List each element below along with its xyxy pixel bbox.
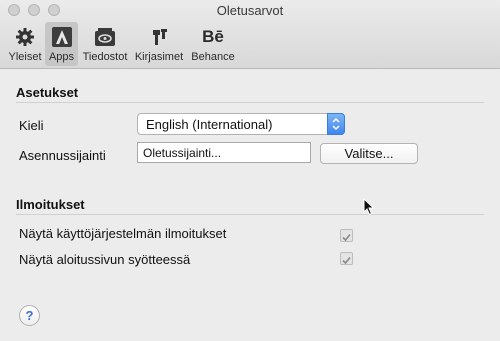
select-stepper[interactable]: [327, 113, 345, 135]
tab-behance[interactable]: Bē Behance: [190, 22, 236, 66]
preferences-window: Oletusarvot Yleiset Apps Tiedostot Kirja…: [0, 0, 500, 341]
tab-label: Apps: [48, 51, 75, 63]
install-location-value: Oletussijainti...: [143, 146, 222, 160]
install-location-label: Asennussijainti: [19, 148, 106, 163]
tab-kirjasimet[interactable]: Kirjasimet: [133, 22, 185, 66]
language-value: English (International): [146, 117, 273, 132]
checkmark-icon: [342, 233, 351, 242]
notification-os-checkbox[interactable]: [340, 229, 353, 242]
notification-home-feed-label: Näytä aloitussivun syötteessä: [19, 252, 191, 267]
behance-icon: Bē: [202, 27, 224, 46]
section-divider: [16, 102, 484, 103]
checkmark-icon: [342, 256, 351, 265]
adobe-apps-icon: [45, 25, 78, 49]
install-location-field[interactable]: Oletussijainti...: [137, 142, 311, 163]
window-title: Oletusarvot: [216, 3, 284, 18]
tab-tiedostot[interactable]: Tiedostot: [80, 22, 130, 66]
gear-icon: [6, 25, 44, 49]
fonts-icon: [133, 25, 185, 49]
notification-home-feed-checkbox[interactable]: [340, 252, 353, 265]
settings-heading: Asetukset: [16, 85, 79, 100]
notifications-heading: Ilmoitukset: [16, 197, 85, 212]
help-button[interactable]: ?: [19, 305, 40, 326]
notification-os-label: Näytä käyttöjärjestelmän ilmoitukset: [19, 226, 227, 241]
tab-label: Behance: [191, 51, 235, 63]
mouse-pointer-icon: [363, 198, 375, 216]
tab-label: Tiedostot: [82, 51, 128, 63]
section-divider: [16, 214, 484, 215]
choose-location-button[interactable]: Valitse...: [320, 143, 418, 164]
chevron-up-down-icon: [332, 117, 340, 131]
title-bar: Oletusarvot Yleiset Apps Tiedostot Kirja…: [0, 0, 500, 69]
tab-apps[interactable]: Apps: [45, 22, 78, 66]
preferences-content: Asetukset Kieli English (International) …: [0, 69, 500, 341]
tab-yleiset[interactable]: Yleiset: [6, 22, 44, 66]
tab-label: Kirjasimet: [134, 51, 184, 63]
language-label: Kieli: [19, 118, 44, 133]
language-select[interactable]: English (International): [137, 113, 345, 135]
files-icon: [80, 25, 130, 49]
tab-label: Yleiset: [8, 51, 42, 63]
